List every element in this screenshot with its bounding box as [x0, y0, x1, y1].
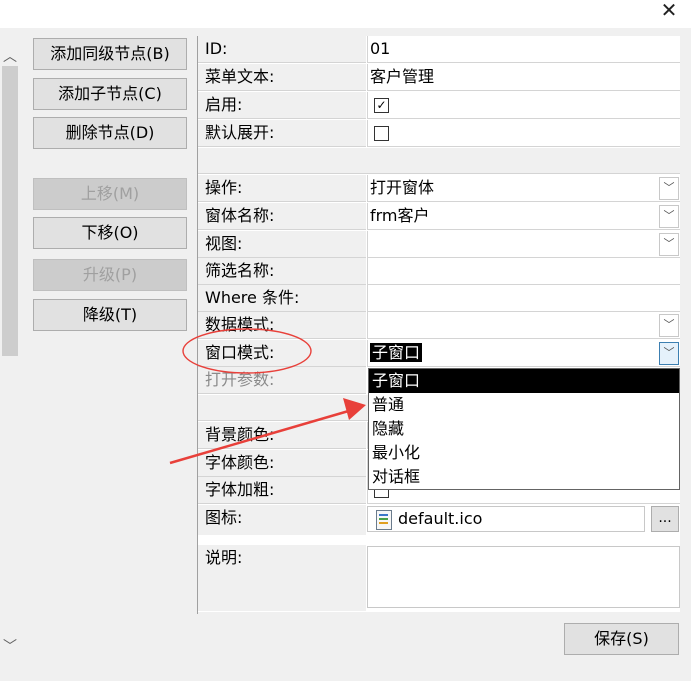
annotation-arrow-shaft [169, 408, 353, 465]
annotation-arrow-head [343, 398, 366, 420]
highlight-ellipse [182, 328, 312, 374]
annotation-overlay [169, 328, 366, 465]
